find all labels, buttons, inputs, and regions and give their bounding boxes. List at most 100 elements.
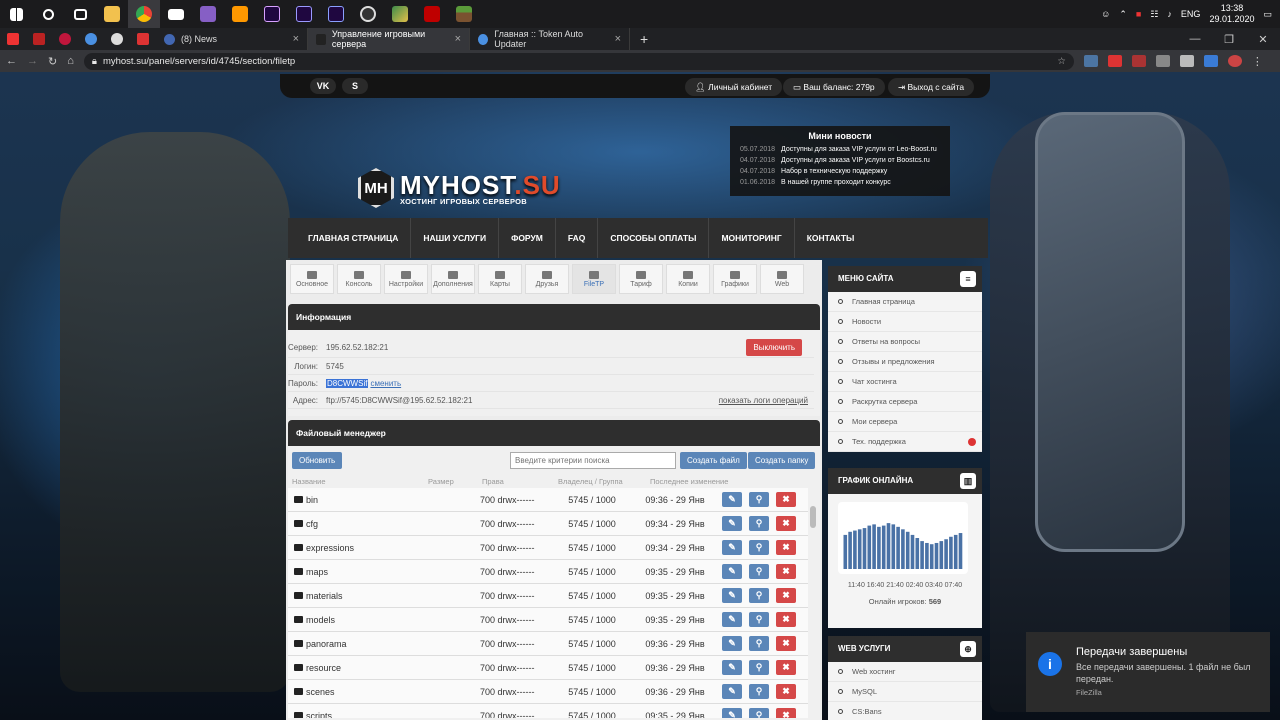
subtab-1[interactable]: Основное [290,264,334,294]
edit-button[interactable]: ✎ [722,540,742,555]
rename-button[interactable]: ⚲ [749,540,769,555]
rename-button[interactable]: ⚲ [749,636,769,651]
subtab-2[interactable]: Консоль [337,264,381,294]
file-row[interactable]: cfg 700 drwx------ 5745 / 1000 09:34 - 29 Я… [288,512,808,536]
file-name-cell[interactable]: models [294,615,480,625]
edit-button[interactable]: ✎ [722,588,742,603]
balance-link[interactable]: ▭ Ваш баланс: 279р [783,78,885,96]
file-row[interactable]: scenes 700 drwx------ 5745 / 1000 09:36 - 2… [288,680,808,704]
subtab-9[interactable]: Копии [666,264,710,294]
edit-button[interactable]: ✎ [722,516,742,531]
subtab-11[interactable]: Web [760,264,804,294]
home-icon[interactable]: ⌂ [67,55,74,67]
create-folder-button[interactable]: Создать папку [748,451,816,469]
rename-button[interactable]: ⚲ [749,708,769,718]
language-indicator[interactable]: ENG [1181,9,1201,19]
nav-services[interactable]: НАШИ УСЛУГИ [411,218,500,258]
hamburger-icon[interactable]: ≡ [960,271,976,287]
disable-button[interactable]: Выключить [746,339,802,356]
file-row[interactable]: maps 700 drwx------ 5745 / 1000 09:35 - 29 … [288,560,808,584]
maximize-icon[interactable]: ❐ [1212,33,1246,46]
pinned-tab[interactable] [104,28,130,50]
news-item[interactable]: 04.07.2018 Доступны для заказа VIP услуги… [740,155,940,166]
subtab-3[interactable]: Настройки [384,264,428,294]
notification-icon[interactable]: ▭ [1263,9,1272,20]
vk-extension-icon[interactable] [1083,55,1098,67]
file-name-cell[interactable]: scenes [294,687,480,697]
delete-button[interactable]: ✖ [776,564,796,579]
bookmark-star-icon[interactable]: ☆ [1057,56,1066,67]
minimize-icon[interactable]: — [1178,33,1212,46]
close-tab-icon[interactable]: × [293,33,299,45]
extension-icon[interactable] [1179,55,1194,67]
password-value[interactable]: D8CWWSif [326,378,369,388]
profile-avatar[interactable] [1227,55,1242,67]
minecraft-icon[interactable] [448,0,480,28]
network-icon[interactable]: ☷ [1150,9,1158,20]
rename-button[interactable]: ⚲ [749,612,769,627]
nav-monitoring[interactable]: МОНИТОРИНГ [709,218,795,258]
file-name-cell[interactable]: expressions [294,543,480,553]
file-name-cell[interactable]: maps [294,567,480,577]
delete-button[interactable]: ✖ [776,660,796,675]
delete-button[interactable]: ✖ [776,588,796,603]
close-tab-icon[interactable]: × [615,33,621,45]
pinned-tab[interactable] [130,28,156,50]
vk-link[interactable]: VK [310,78,336,94]
rename-button[interactable]: ⚲ [749,516,769,531]
file-row[interactable]: models 700 drwx------ 5745 / 1000 09:35 - 2… [288,608,808,632]
rename-button[interactable]: ⚲ [749,684,769,699]
visual-studio-icon[interactable] [192,0,224,28]
extension-icon[interactable] [1203,55,1218,67]
subtab-8[interactable]: Тариф [619,264,663,294]
extension-icon[interactable] [1155,55,1170,67]
file-row[interactable]: expressions 700 drwx------ 5745 / 1000 09:3… [288,536,808,560]
subtab-6[interactable]: Друзья [525,264,569,294]
after-effects-icon[interactable] [256,0,288,28]
delete-button[interactable]: ✖ [776,540,796,555]
media-encoder-icon[interactable] [320,0,352,28]
web-service-item[interactable]: CS:Bans [828,702,982,720]
file-row[interactable]: panorama 700 drwx------ 5745 / 1000 09:36 -… [288,632,808,656]
sublime-icon[interactable] [224,0,256,28]
volume-icon[interactable]: ♪ [1167,9,1172,19]
edit-button[interactable]: ✎ [722,612,742,627]
rename-button[interactable]: ⚲ [749,564,769,579]
menu-item[interactable]: Новости [828,312,982,332]
pinned-tab[interactable] [0,28,26,50]
forward-icon[interactable]: → [27,55,38,67]
logout-link[interactable]: ⇥ Выход с сайта [888,78,975,96]
file-explorer-icon[interactable] [96,0,128,28]
nav-forum[interactable]: ФОРУМ [499,218,556,258]
news-item[interactable]: 05.07.2018 Доступны для заказа VIP услуги… [740,144,940,155]
file-name-cell[interactable]: panorama [294,639,480,649]
obs-icon[interactable] [352,0,384,28]
back-icon[interactable]: ← [6,55,17,67]
extension-icon[interactable] [1131,55,1146,67]
web-service-item[interactable]: MySQL [828,682,982,702]
create-file-button[interactable]: Создать файл [680,451,747,469]
start-icon[interactable] [0,0,32,28]
nav-payment[interactable]: СПОСОБЫ ОПЛАТЫ [598,218,710,258]
file-search-input[interactable] [510,451,676,469]
web-service-item[interactable]: Web хостинг [828,662,982,682]
nav-contacts[interactable]: КОНТАКТЫ [795,218,867,258]
edit-button[interactable]: ✎ [722,708,742,718]
news-item[interactable]: 01.06.2018 В нашей группе проходит конкур… [740,177,940,188]
menu-item[interactable]: Мои сервера [828,412,982,432]
menu-item[interactable]: Раскрутка сервера [828,392,982,412]
delete-button[interactable]: ✖ [776,636,796,651]
file-name-cell[interactable]: scripts [294,711,480,718]
browser-tab[interactable]: (8) News × [156,28,308,50]
file-name-cell[interactable]: materials [294,591,480,601]
file-row[interactable]: resource 700 drwx------ 5745 / 1000 09:36 -… [288,656,808,680]
chevron-up-icon[interactable]: ⌃ [1119,9,1127,20]
file-name-cell[interactable]: resource [294,663,480,673]
cabinet-link[interactable]: 👤︎ Личный кабинет [685,78,783,96]
rename-button[interactable]: ⚲ [749,588,769,603]
task-view-icon[interactable] [64,0,96,28]
delete-button[interactable]: ✖ [776,708,796,718]
nav-faq[interactable]: FAQ [556,218,599,258]
file-row[interactable]: bin 700 drwx------ 5745 / 1000 09:36 - 29 Я… [288,488,808,512]
close-tab-icon[interactable]: × [455,33,461,45]
